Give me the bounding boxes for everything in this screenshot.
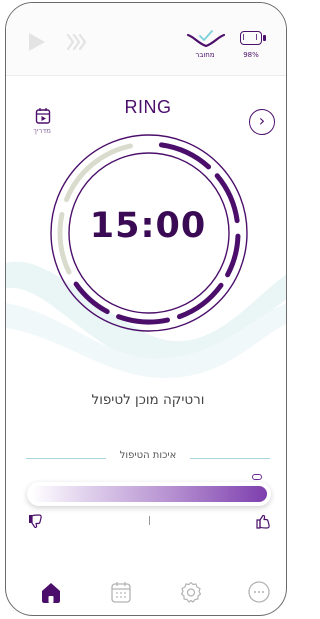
connection-label: מחובר	[195, 51, 215, 59]
dial-segment	[116, 314, 171, 325]
battery-percent: 98%	[243, 51, 259, 59]
battery-icon	[240, 31, 266, 45]
session-status: ורטיקה מוכן לטיפול	[91, 392, 205, 408]
next-arrow-button[interactable]: ›	[249, 109, 275, 135]
bottom-nav	[6, 563, 286, 615]
calendar-icon[interactable]	[108, 579, 134, 605]
more-options-icon[interactable]	[246, 579, 272, 605]
device-name: RING	[124, 97, 172, 117]
thumbs-down-icon[interactable]	[27, 513, 43, 529]
guide-icon[interactable]	[35, 107, 51, 125]
quality-slider[interactable]	[27, 482, 271, 506]
dial-segment	[176, 282, 224, 320]
quality-section: איכות הטיפול	[26, 450, 270, 466]
thumbs-up-icon[interactable]	[255, 514, 271, 530]
home-icon[interactable]	[38, 579, 64, 605]
vibration-waves-icon[interactable]	[64, 31, 88, 53]
settings-gear-icon[interactable]	[178, 579, 204, 605]
quality-slider-fill	[31, 486, 267, 502]
slider-mid-tick	[149, 516, 150, 525]
dial-segment	[57, 211, 72, 275]
quality-slider-thumb[interactable]	[252, 474, 262, 480]
play-icon[interactable]	[26, 31, 48, 53]
connected-check-icon	[186, 30, 226, 48]
quality-label: איכות הטיפול	[106, 450, 190, 461]
phone-frame: מחובר 98% מדריך RING › 15:00 ורטיקה מוכן…	[5, 2, 287, 616]
dial-segment	[63, 143, 133, 203]
session-timer: 15:00	[89, 206, 207, 246]
